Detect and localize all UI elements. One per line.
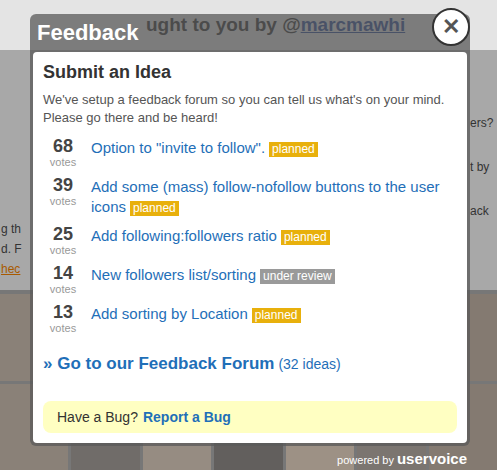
background-fragment: ers? xyxy=(470,116,493,130)
background-fragment: d. F xyxy=(1,242,31,256)
forum-link[interactable]: » Go to our Feedback Forum(32 ideas) xyxy=(43,354,457,374)
status-badge: planned xyxy=(269,142,318,157)
status-badge: planned xyxy=(252,308,301,323)
idea-row: 39votesAdd some (mass) follow-nofollow b… xyxy=(43,176,457,217)
vote-count: 13votes xyxy=(43,303,83,334)
bug-box: Have a Bug?Report a Bug xyxy=(43,401,457,433)
panel-title: Submit an Idea xyxy=(43,62,457,83)
idea-link[interactable]: Add following:followers ratio xyxy=(91,227,277,244)
vote-count: 25votes xyxy=(43,225,83,256)
idea-list: 68votes Option to "invite to follow". plan… xyxy=(43,137,457,334)
close-button[interactable]: ✕ xyxy=(432,8,470,46)
idea-row: 14votes New followers list/sorting under r… xyxy=(43,264,457,295)
vote-count: 39votes xyxy=(43,176,83,207)
background-fragment: ack xyxy=(470,204,489,218)
status-badge: planned xyxy=(281,230,330,245)
background-fragment: g th xyxy=(1,222,31,236)
idea-row: 68votes Option to "invite to follow". plan… xyxy=(43,137,457,168)
status-badge: under review xyxy=(260,269,335,284)
idea-link[interactable]: New followers list/sorting xyxy=(91,266,256,283)
idea-row: 13votes Add sorting by Location planned xyxy=(43,303,457,334)
close-icon[interactable]: ✕ xyxy=(442,16,460,38)
screen: ught to you by @marcmawhig thd. Fhecers?… xyxy=(0,0,497,470)
idea-link[interactable]: Add sorting by Location xyxy=(91,305,248,322)
powered-by[interactable]: powered byuservoice xyxy=(337,450,467,467)
background-fragment: t by xyxy=(470,160,489,174)
idea-link[interactable]: Option to "invite to follow". xyxy=(91,139,265,156)
left-strip: g th d. F hec xyxy=(0,50,31,290)
vote-count: 68votes xyxy=(43,137,83,168)
intro-text: We've setup a feedback forum so you can … xyxy=(43,91,457,127)
right-strip: ers? t by ack xyxy=(470,50,497,290)
vote-count: 14votes xyxy=(43,264,83,295)
background-fragment: hec xyxy=(1,262,31,276)
feedback-dialog: Feedback Submit an Idea We've setup a feed… xyxy=(30,14,470,446)
status-badge: planned xyxy=(130,201,179,216)
dialog-panel: Submit an Idea We've setup a feedback for… xyxy=(33,52,467,443)
report-bug-link[interactable]: Report a Bug xyxy=(143,409,231,425)
idea-row: 25votes Add following:followers ratio plan… xyxy=(43,225,457,256)
dialog-title: Feedback xyxy=(33,14,467,52)
